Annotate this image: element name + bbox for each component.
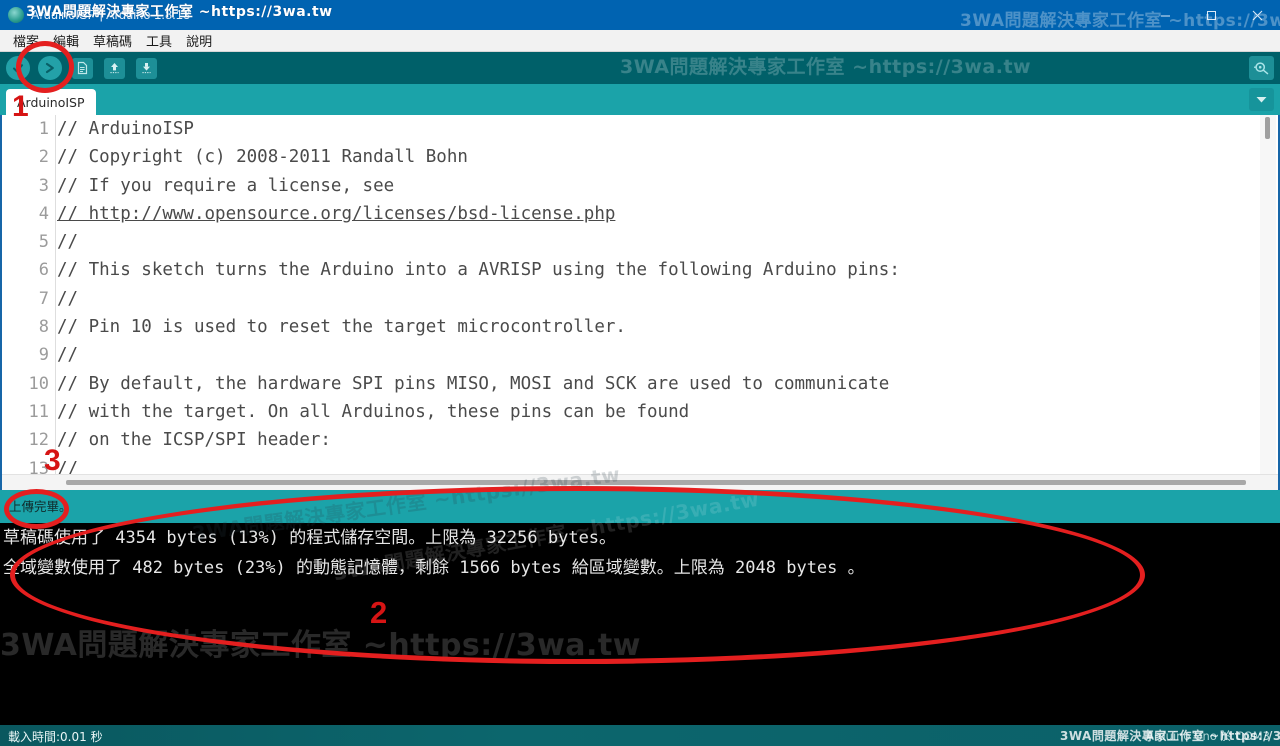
- arduino-logo-icon: [8, 7, 24, 23]
- line-number: 3: [38, 175, 49, 196]
- line-number: 10: [28, 373, 49, 394]
- arrow-right-icon: [38, 56, 62, 80]
- toolbar: [0, 52, 1280, 84]
- open-sketch-button[interactable]: [100, 55, 128, 81]
- arrow-down-icon: [135, 57, 157, 79]
- code-line: // By default, the hardware SPI pins MIS…: [57, 373, 890, 394]
- code-line: //: [57, 232, 79, 253]
- new-file-icon: [71, 57, 93, 79]
- arrow-up-icon: [103, 57, 125, 79]
- save-sketch-button[interactable]: [132, 55, 160, 81]
- toolbar-buttons: [4, 52, 160, 84]
- tab-menu-button[interactable]: [1249, 88, 1274, 111]
- title-bar: ArduinoISP | Arduino 1.8.13: [0, 0, 1280, 30]
- line-number: 1: [38, 119, 49, 139]
- chevron-down-icon: [1256, 97, 1267, 103]
- code-line: // with the target. On all Arduinos, the…: [57, 401, 690, 422]
- check-icon: [6, 56, 30, 80]
- line-number: 8: [38, 317, 49, 338]
- line-number-gutter: 1 2 3 4 5 6 7 8 9 10 11 12 13: [2, 115, 56, 490]
- menu-item-edit[interactable]: 編輯: [46, 29, 86, 52]
- close-button[interactable]: [1234, 0, 1280, 30]
- code-line: //: [57, 345, 79, 366]
- code-line-with-link: // http://www.opensource.org/licenses/bs…: [57, 200, 1260, 228]
- bottom-status-bar: 載入時間:0.01 秒 Arduino Uno 於 COM3: [0, 725, 1280, 746]
- maximize-button[interactable]: [1188, 0, 1234, 30]
- editor-vertical-scroll-thumb[interactable]: [1265, 117, 1270, 139]
- line-number: 12: [28, 430, 49, 451]
- line-number: 4: [38, 203, 49, 224]
- code-line: // This sketch turns the Arduino into a …: [57, 260, 900, 281]
- console-line: 全域變數使用了 482 bytes (23%) 的動態記憶體，剩餘 1566 b…: [3, 558, 865, 578]
- upload-status-message: 上傳完畢。: [9, 499, 72, 514]
- code-line: // on the ICSP/SPI header:: [57, 430, 331, 451]
- line-number: 7: [38, 288, 49, 309]
- code-text-area[interactable]: // ArduinoISP // Copyright (c) 2008-2011…: [57, 115, 1260, 490]
- tab-strip: ArduinoISP: [0, 84, 1280, 115]
- board-port-label: Arduino Uno 於 COM3: [1145, 729, 1270, 743]
- menu-item-sketch[interactable]: 草稿碼: [86, 29, 139, 52]
- line-number: 9: [38, 345, 49, 366]
- console-line: 草稿碼使用了 4354 bytes (13%) 的程式儲存空間。上限為 3225…: [3, 528, 617, 548]
- editor-vertical-scrollbar[interactable]: [1260, 115, 1276, 490]
- code-line: // ArduinoISP: [57, 119, 194, 139]
- license-url-link[interactable]: // http://www.opensource.org/licenses/bs…: [57, 204, 615, 224]
- verify-button[interactable]: [4, 55, 32, 81]
- code-line: // Copyright (c) 2008-2011 Randall Bohn: [57, 147, 468, 168]
- menu-item-file[interactable]: 檔案: [6, 29, 46, 52]
- serial-monitor-button[interactable]: [1249, 56, 1274, 80]
- code-line: //: [57, 288, 79, 309]
- window-controls: [1142, 0, 1280, 30]
- tab-arduinoisp[interactable]: ArduinoISP: [6, 89, 96, 115]
- code-editor[interactable]: 1 2 3 4 5 6 7 8 9 10 11 12 13 // Arduino…: [0, 115, 1280, 490]
- code-line: // Pin 10 is used to reset the target mi…: [57, 317, 626, 338]
- line-number: 11: [28, 401, 49, 422]
- code-line: // If you require a license, see: [57, 175, 395, 196]
- minimize-button[interactable]: [1142, 0, 1188, 30]
- new-sketch-button[interactable]: [68, 55, 96, 81]
- line-number: 5: [38, 232, 49, 253]
- line-number: 2: [38, 147, 49, 168]
- load-time-label: 載入時間:0.01 秒: [8, 730, 103, 744]
- tab-label: ArduinoISP: [17, 94, 85, 110]
- editor-horizontal-scroll-thumb[interactable]: [66, 480, 1246, 485]
- menu-item-help[interactable]: 說明: [179, 29, 219, 52]
- window-title: ArduinoISP | Arduino 1.8.13: [31, 8, 191, 22]
- line-number: 6: [38, 260, 49, 281]
- status-strip: 上傳完畢。: [0, 490, 1280, 523]
- menu-item-tools[interactable]: 工具: [139, 29, 179, 52]
- upload-button[interactable]: [36, 55, 64, 81]
- editor-horizontal-scrollbar[interactable]: [2, 474, 1278, 490]
- magnifier-icon: [1254, 62, 1269, 75]
- menu-bar: 檔案 編輯 草稿碼 工具 說明: [0, 30, 1280, 52]
- console-output[interactable]: 草稿碼使用了 4354 bytes (13%) 的程式儲存空間。上限為 3225…: [0, 523, 1280, 725]
- arduino-ide-window: ArduinoISP | Arduino 1.8.13 檔案 編輯 草稿碼 工具…: [0, 0, 1280, 746]
